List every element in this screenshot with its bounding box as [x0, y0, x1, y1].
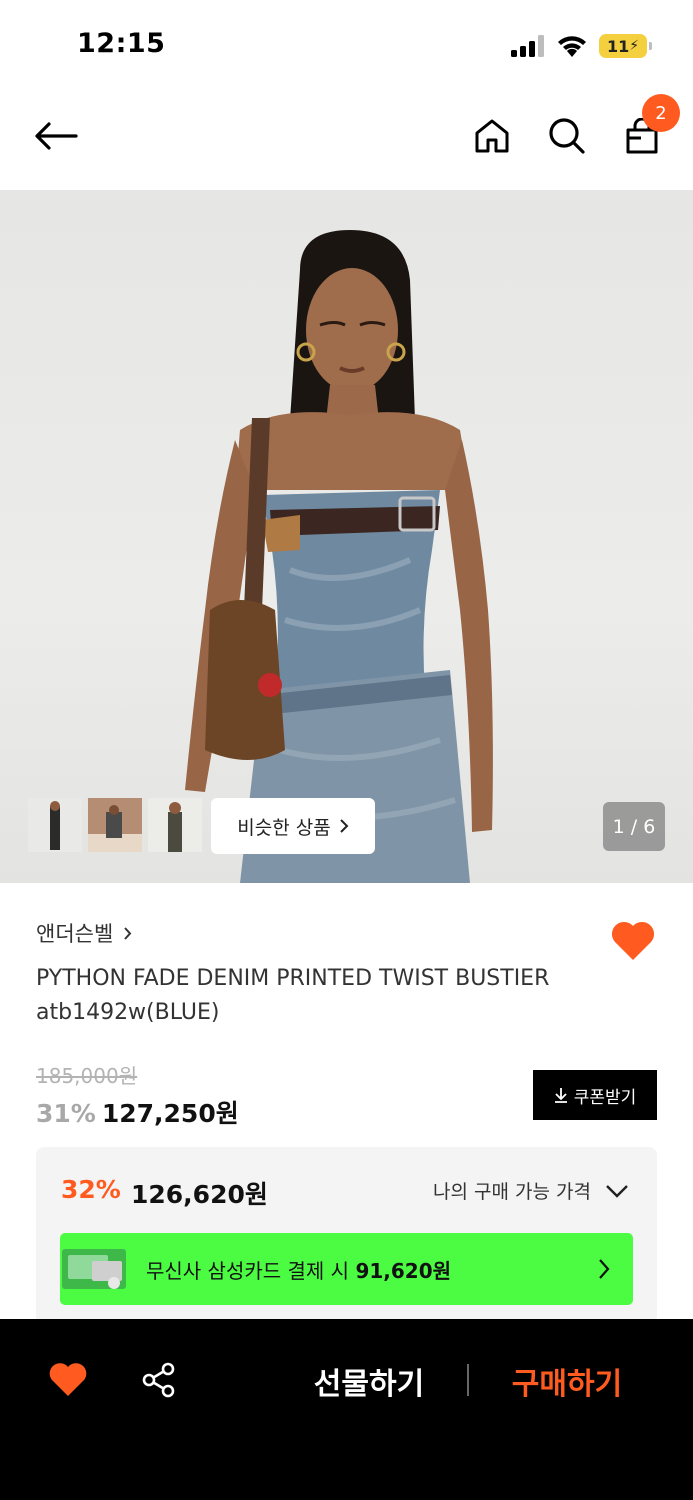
- home-button[interactable]: [470, 114, 514, 158]
- search-icon: [549, 118, 585, 154]
- charging-bolt-icon: ⚡: [629, 38, 640, 54]
- heart-icon[interactable]: [48, 1362, 88, 1398]
- buy-button[interactable]: 구매하기: [494, 1359, 640, 1403]
- my-discount-rate: 32%: [61, 1175, 121, 1204]
- download-icon: [554, 1088, 567, 1103]
- status-time: 12:15: [77, 28, 166, 59]
- battery-level: 11: [606, 36, 630, 56]
- original-price: 185,000원: [36, 1064, 138, 1088]
- thumbnail-2[interactable]: [88, 798, 142, 852]
- image-page-indicator: 1 / 6: [603, 802, 665, 851]
- wishlist-heart-icon[interactable]: [610, 918, 656, 962]
- thumbnail-3[interactable]: [148, 798, 202, 852]
- coupon-download-button[interactable]: 쿠폰받기: [533, 1070, 657, 1120]
- my-price-box: 32% 126,620원 나의 구매 가능 가격 무신사 삼성카드 결제 시 9…: [36, 1147, 657, 1327]
- coupon-label: 쿠폰받기: [573, 1087, 637, 1108]
- card-banner-text: 무신사 삼성카드 결제 시 91,620원: [146, 1255, 451, 1284]
- status-icons: 11 ⚡: [511, 32, 652, 60]
- chevron-right-icon: [599, 1259, 610, 1279]
- discount-rate: 31%: [36, 1099, 96, 1128]
- cart-button[interactable]: 2: [620, 94, 680, 158]
- sale-price-row: 31% 127,250원: [36, 1094, 239, 1130]
- my-price-value: 126,620원: [131, 1180, 268, 1209]
- status-bar: 12:15 11 ⚡: [0, 0, 693, 92]
- card-promo-image: [62, 1239, 128, 1299]
- chevron-right-icon: [340, 819, 349, 833]
- sale-price: 127,250원: [101, 1099, 239, 1128]
- brand-link[interactable]: 앤더슨벨: [36, 918, 132, 948]
- cellular-signal-icon: [511, 35, 544, 57]
- back-button[interactable]: [34, 114, 78, 158]
- share-icon[interactable]: [140, 1361, 178, 1399]
- thumbnail-strip: [28, 798, 202, 852]
- bottom-action-bar: 선물하기 구매하기: [0, 1319, 693, 1500]
- home-icon: [475, 119, 509, 153]
- chevron-down-icon: [606, 1184, 628, 1198]
- similar-products-button[interactable]: 비슷한 상품: [211, 798, 375, 854]
- product-name: PYTHON FADE DENIM PRINTED TWIST BUSTIER …: [36, 966, 550, 1025]
- gift-button[interactable]: 선물하기: [296, 1359, 442, 1403]
- wifi-icon: [558, 36, 586, 57]
- product-image-gallery[interactable]: 비슷한 상품 1 / 6: [0, 190, 693, 883]
- my-price-label: 나의 구매 가능 가격: [433, 1181, 591, 1203]
- samsung-card-banner[interactable]: 무신사 삼성카드 결제 시 91,620원: [60, 1233, 633, 1305]
- back-arrow-icon: [35, 122, 78, 150]
- cart-count-badge: 2: [642, 94, 680, 132]
- product-photo: [185, 230, 493, 883]
- thumbnail-1[interactable]: [28, 798, 82, 852]
- search-button[interactable]: [545, 114, 589, 158]
- battery-charging-icon: 11 ⚡: [599, 34, 652, 58]
- bottom-bar-divider: [467, 1364, 469, 1396]
- brand-name: 앤더슨벨: [36, 922, 114, 946]
- card-banner-price: 91,620원: [355, 1258, 452, 1283]
- chevron-right-icon: [124, 926, 132, 940]
- top-nav: 2: [0, 92, 693, 190]
- card-banner-prefix: 무신사 삼성카드 결제 시: [146, 1258, 356, 1283]
- similar-products-label: 비슷한 상품: [237, 816, 331, 839]
- my-price-toggle[interactable]: 나의 구매 가능 가격: [433, 1177, 629, 1204]
